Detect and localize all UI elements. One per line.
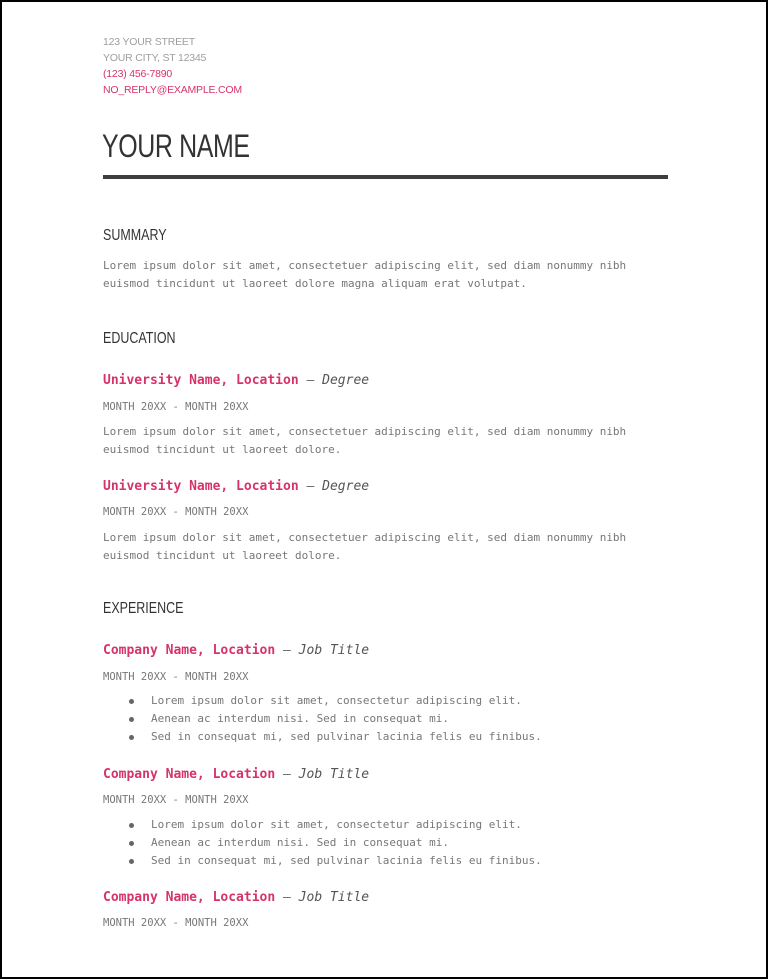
city-address: YOUR CITY, ST 12345 [103,52,207,64]
bullet-item: Sed in consequat mi, sed pulvinar lacini… [103,852,542,870]
heading-separator: — [275,767,299,782]
bullet-text: Aenean ac interdum nisi. Sed in consequa… [151,836,450,849]
resume-page: 123 YOUR STREET YOUR CITY, ST 12345 (123… [2,2,766,977]
degree: Degree [322,479,370,494]
job-title: Job Title [298,767,370,782]
bullet-icon [129,699,134,704]
company-name: Company Name, Location [103,643,276,658]
phone-number: (123) 456-7890 [103,68,173,80]
heading-separator: — [298,373,323,388]
education-heading: EDUCATION [103,330,176,347]
company-name: Company Name, Location [103,890,276,905]
bullet-text: Lorem ipsum dolor sit amet, consectetur … [151,694,522,707]
bullet-item: Aenean ac interdum nisi. Sed in consequa… [103,834,542,852]
bullet-text: Sed in consequat mi, sed pulvinar lacini… [151,854,542,867]
degree: Degree [322,373,370,388]
summary-heading: SUMMARY [103,227,167,244]
heading-separator: — [275,890,299,905]
summary-text: Lorem ipsum dolor sit amet, consectetuer… [103,259,627,290]
bullet-item: Sed in consequat mi, sed pulvinar lacini… [103,728,542,746]
bullet-text: Sed in consequat mi, sed pulvinar lacini… [151,730,542,743]
bullet-text: Lorem ipsum dolor sit amet, consectetur … [151,818,522,831]
bullet-icon [129,859,134,864]
company-name: Company Name, Location [103,767,276,782]
resume-name: YOUR NAME [102,128,250,164]
education-dates: MONTH 20XX - MONTH 20XX [103,401,249,413]
bullet-icon [129,717,134,722]
institution-name: University Name, Location [103,373,299,388]
email-address: NO_REPLY@EXAMPLE.COM [103,84,242,96]
education-dates: MONTH 20XX - MONTH 20XX [103,506,249,518]
experience-entry-heading: Company Name, Location — Job Title [103,642,369,660]
institution-name: University Name, Location [103,479,299,494]
education-description: Lorem ipsum dolor sit amet, consectetuer… [103,425,627,456]
heading-separator: — [298,479,323,494]
experience-dates: MONTH 20XX - MONTH 20XX [103,671,249,683]
experience-entry-heading: Company Name, Location — Job Title [103,766,369,784]
education-description: Lorem ipsum dolor sit amet, consectetuer… [103,531,627,562]
experience-bullet-list: Lorem ipsum dolor sit amet, consectetur … [103,816,542,870]
experience-bullet-list: Lorem ipsum dolor sit amet, consectetur … [103,692,542,746]
education-entry-heading: University Name, Location — Degree [103,478,369,496]
name-divider [103,175,668,179]
bullet-icon [129,735,134,740]
bullet-item: Aenean ac interdum nisi. Sed in consequa… [103,710,542,728]
experience-dates: MONTH 20XX - MONTH 20XX [103,917,249,929]
experience-entry-heading: Company Name, Location — Job Title [103,889,369,907]
education-entry-heading: University Name, Location — Degree [103,372,369,390]
bullet-item: Lorem ipsum dolor sit amet, consectetur … [103,692,542,710]
experience-heading: EXPERIENCE [103,600,184,617]
street-address: 123 YOUR STREET [103,36,195,48]
job-title: Job Title [298,643,370,658]
experience-dates: MONTH 20XX - MONTH 20XX [103,794,249,806]
bullet-icon [129,823,134,828]
job-title: Job Title [298,890,370,905]
bullet-item: Lorem ipsum dolor sit amet, consectetur … [103,816,542,834]
heading-separator: — [275,643,299,658]
bullet-icon [129,841,134,846]
bullet-text: Aenean ac interdum nisi. Sed in consequa… [151,712,450,725]
contact-block: 123 YOUR STREET YOUR CITY, ST 12345 (123… [103,34,242,98]
